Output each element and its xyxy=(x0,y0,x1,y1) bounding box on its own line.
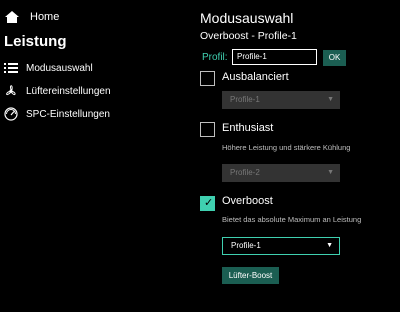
select-value: Profile-1 xyxy=(231,241,261,250)
enthusiast-label: Enthusiast xyxy=(222,122,274,134)
gauge-icon xyxy=(4,107,18,121)
home-label: Home xyxy=(30,11,60,23)
ausbalanciert-profile-select: Profile-1 ▼ xyxy=(222,91,340,109)
enthusiast-checkbox[interactable] xyxy=(200,122,215,137)
sidebar-item-label: Modusauswahl xyxy=(26,62,93,74)
sidebar: Home Leistung Modusauswahl Lüftereinstel… xyxy=(0,0,190,312)
sidebar-item-modusauswahl[interactable]: Modusauswahl xyxy=(4,61,93,75)
fan-boost-button[interactable]: Lüfter-Boost xyxy=(222,267,279,284)
chevron-down-icon: ▼ xyxy=(327,169,334,176)
section-title: Leistung xyxy=(4,33,67,50)
sidebar-item-luftereinstellungen[interactable]: Lüftereinstellungen xyxy=(4,84,111,98)
main-panel: Modusauswahl Overboost - Profile-1 Profi… xyxy=(200,0,400,312)
sidebar-item-label: SPC-Einstellungen xyxy=(26,108,110,120)
page-title: Modusauswahl xyxy=(200,10,294,26)
current-profile-subtitle: Overboost - Profile-1 xyxy=(200,30,297,42)
ausbalanciert-label: Ausbalanciert xyxy=(222,71,289,83)
check-icon: ✓ xyxy=(204,197,214,209)
sidebar-item-spc-einstellungen[interactable]: SPC-Einstellungen xyxy=(4,107,110,121)
overboost-profile-select[interactable]: Profile-1 ▼ xyxy=(222,237,340,255)
overboost-checkbox[interactable]: ✓ xyxy=(200,196,215,211)
home-icon xyxy=(5,11,19,23)
enthusiast-description: Höhere Leistung und stärkere Kühlung xyxy=(222,143,351,152)
home-link[interactable]: Home xyxy=(4,9,59,25)
fan-icon xyxy=(6,85,16,96)
ok-button[interactable]: OK xyxy=(323,50,346,66)
sidebar-item-label: Lüftereinstellungen xyxy=(26,85,111,97)
chevron-down-icon: ▼ xyxy=(326,242,333,249)
profil-label: Profil: xyxy=(202,52,228,63)
list-icon xyxy=(4,63,18,73)
ausbalanciert-checkbox[interactable] xyxy=(200,71,215,86)
profil-input[interactable]: Profile-1 xyxy=(232,49,317,65)
select-value: Profile-1 xyxy=(230,95,260,104)
chevron-down-icon: ▼ xyxy=(327,96,334,103)
overboost-label: Overboost xyxy=(222,195,273,207)
enthusiast-profile-select: Profile-2 ▼ xyxy=(222,164,340,182)
overboost-description: Bietet das absolute Maximum an Leistung xyxy=(222,215,362,224)
select-value: Profile-2 xyxy=(230,168,260,177)
